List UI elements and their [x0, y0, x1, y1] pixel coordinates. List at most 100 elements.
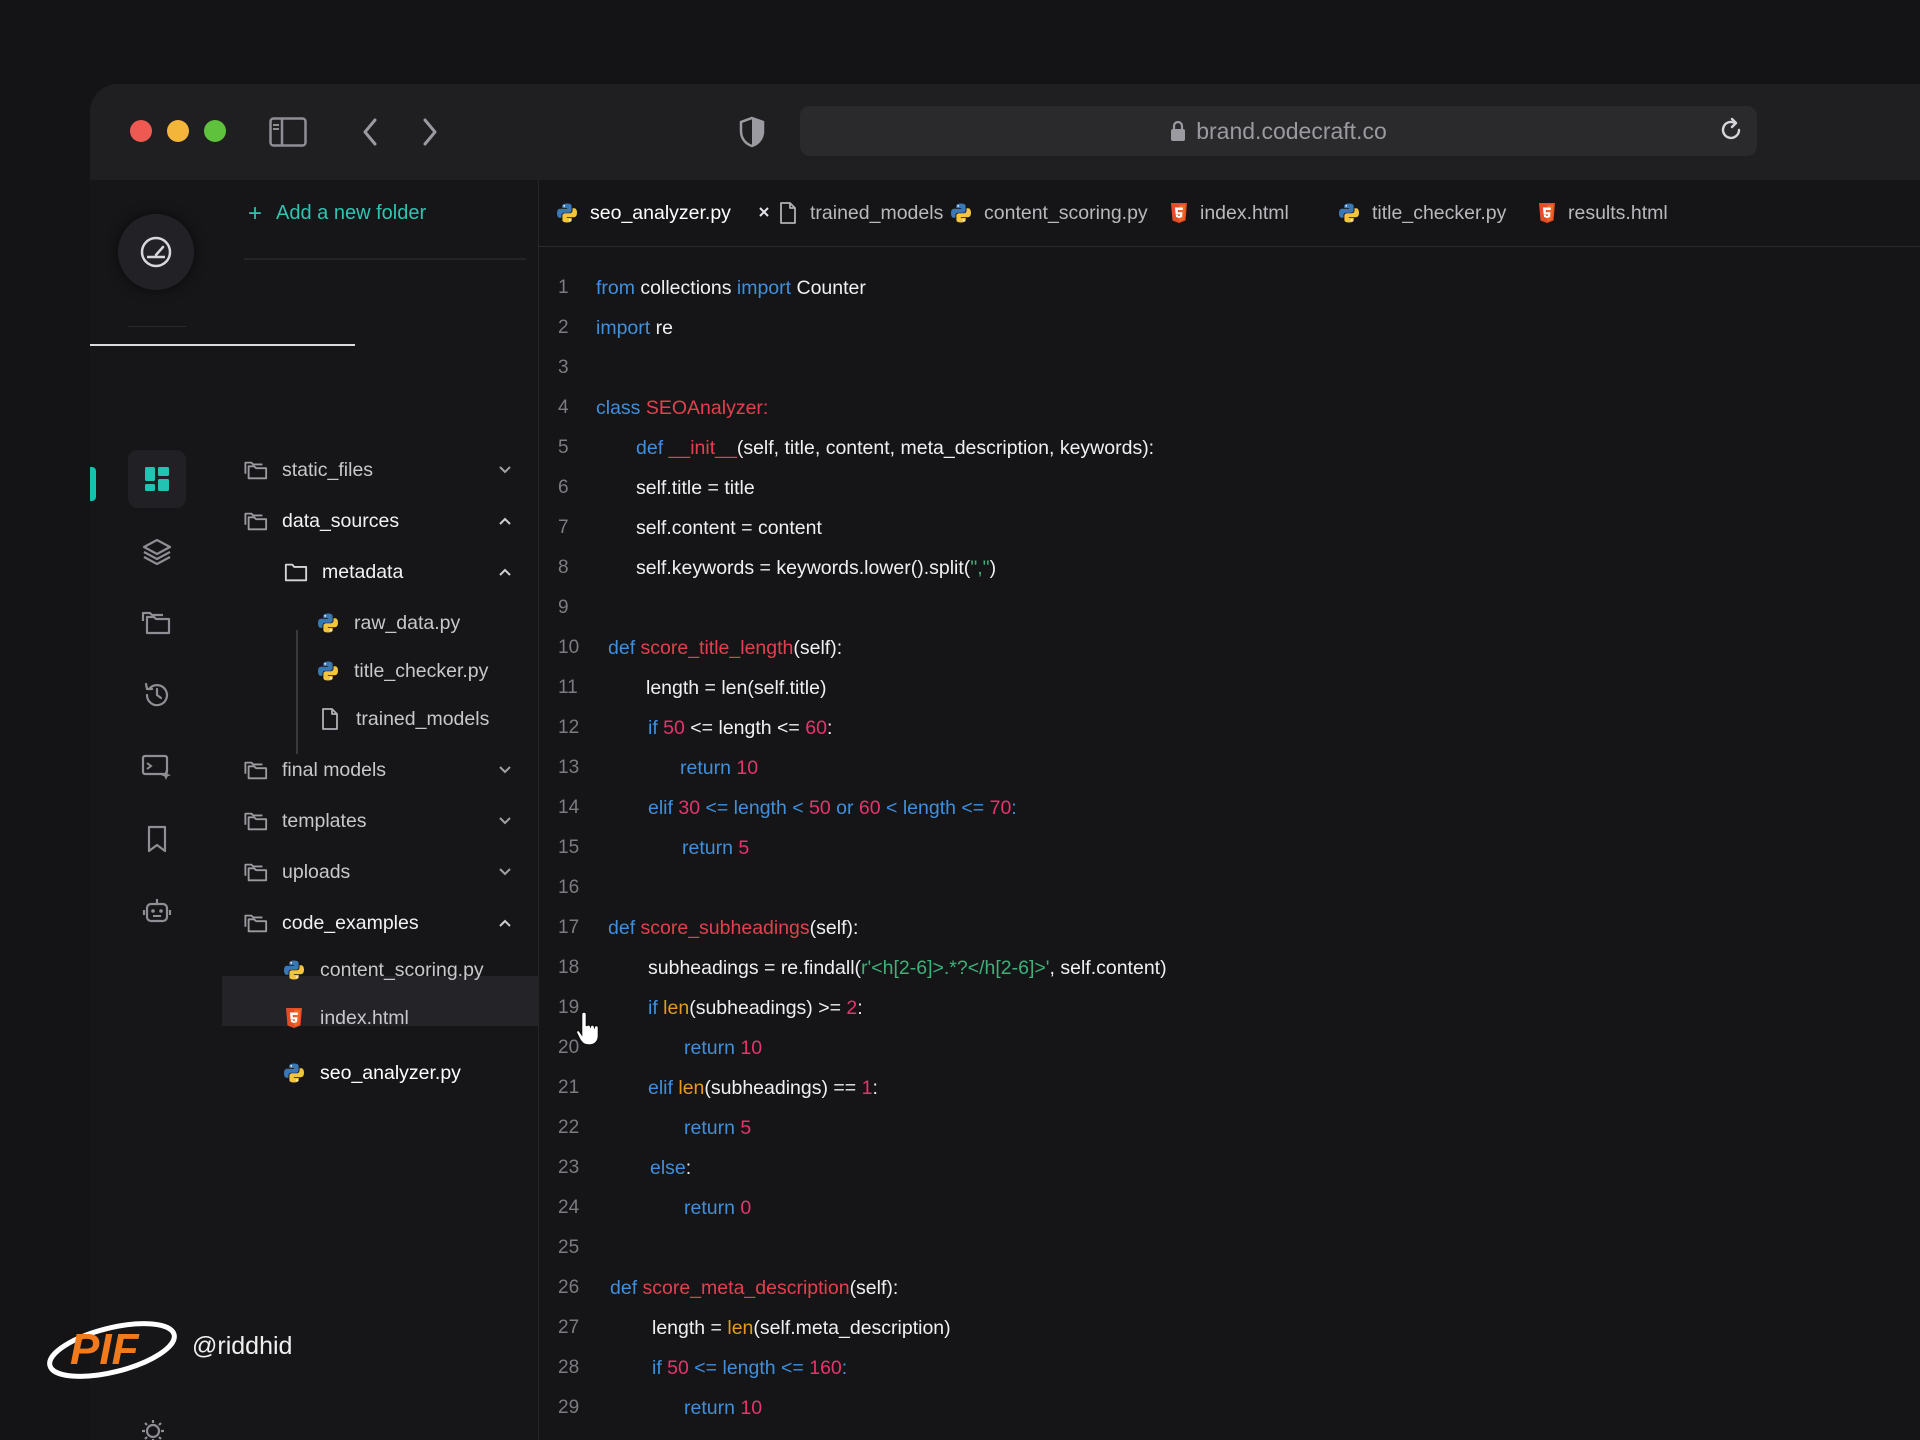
tree-item-label: index.html: [320, 1006, 409, 1029]
code-token: 1: [861, 1076, 873, 1099]
dashboard-icon[interactable]: [128, 450, 186, 508]
reload-icon[interactable]: [1717, 116, 1745, 150]
code-token: :: [826, 716, 833, 739]
bookmark-icon[interactable]: [128, 810, 186, 868]
tree-item-templates[interactable]: templates: [244, 807, 367, 835]
chevron-up-icon[interactable]: [498, 918, 512, 928]
forward-icon[interactable]: [410, 112, 450, 152]
folders-icon[interactable]: [128, 594, 186, 652]
editor-tabs: seo_analyzer.py trained_models content_sco…: [538, 180, 1920, 247]
pif-logo-watermark: PIF: [47, 1321, 177, 1379]
line-number: 11: [558, 677, 578, 698]
close-window-button[interactable]: [130, 120, 152, 142]
file-explorer: + Add a new folder static_files data_sour…: [222, 180, 600, 1440]
tab-trained-models[interactable]: trained_models: [778, 180, 943, 246]
code-token: score_subheadings: [640, 916, 810, 939]
code-text: return 5: [596, 1117, 751, 1140]
code-text: return 10: [596, 757, 758, 780]
code-text: import re: [596, 317, 673, 340]
chevron-down-icon[interactable]: [498, 765, 512, 775]
tree-item-trained-models[interactable]: trained_models: [318, 705, 489, 733]
tab-content-scoring-py[interactable]: content_scoring.py: [950, 180, 1148, 246]
tree-item-title-checker-py[interactable]: title_checker.py: [316, 657, 488, 685]
code-token: 0: [740, 1196, 752, 1219]
chevron-down-icon[interactable]: [498, 816, 512, 826]
address-bar[interactable]: brand.codecraft.co: [800, 106, 1757, 156]
html-file-icon: [1538, 202, 1556, 224]
code-token: length =: [652, 1316, 728, 1339]
code-token: (subheadings) ==: [704, 1076, 862, 1099]
tab-label: content_scoring.py: [984, 201, 1148, 224]
code-token: def: [610, 1276, 643, 1299]
maximize-window-button[interactable]: [204, 120, 226, 142]
tree-item-uploads[interactable]: uploads: [244, 858, 350, 886]
tree-item-final-models[interactable]: final models: [244, 756, 386, 784]
code-token: self.title = title: [636, 476, 755, 499]
sidebar-divider: [244, 258, 526, 260]
code-token: else: [650, 1156, 686, 1179]
code-text: return 10: [596, 1397, 762, 1420]
active-indicator: [90, 467, 96, 501]
code-token: def: [608, 636, 641, 659]
dashboard-logo-button[interactable]: [118, 214, 194, 290]
tree-item-static-files[interactable]: static_files: [244, 456, 373, 484]
tab-title-checker-py[interactable]: title_checker.py: [1338, 180, 1506, 246]
line-number: 25: [558, 1237, 580, 1258]
tree-item-code-examples[interactable]: code_examples: [244, 909, 419, 937]
add-folder-button[interactable]: + Add a new folder: [248, 201, 427, 225]
title-bar: brand.codecraft.co: [90, 84, 1920, 180]
back-icon[interactable]: [350, 112, 390, 152]
tree-item-index-html[interactable]: index.html: [282, 1004, 409, 1032]
code-text: self.keywords = keywords.lower().split("…: [596, 557, 996, 580]
settings-gear-icon[interactable]: [140, 1418, 166, 1440]
code-token: subheadings = re.findall(: [648, 956, 862, 979]
code-token: (self.meta_description): [753, 1316, 951, 1339]
code-token: len: [678, 1076, 705, 1099]
code-text: length = len(self.title): [596, 677, 826, 700]
code-line: 23 else:: [538, 1148, 691, 1188]
code-line: 22 return 5: [538, 1108, 751, 1148]
ai-image-icon[interactable]: [128, 738, 186, 796]
line-number: 9: [558, 597, 569, 618]
code-token: return: [680, 756, 737, 779]
tree-item-seo-analyzer-py[interactable]: seo_analyzer.py: [282, 1059, 461, 1087]
folder-icon: [244, 809, 268, 833]
tree-item-label: data_sources: [282, 509, 400, 532]
close-tab-icon[interactable]: [757, 202, 771, 225]
chevron-down-icon[interactable]: [498, 867, 512, 877]
code-token: score_meta_description: [642, 1276, 850, 1299]
add-folder-label: Add a new folder: [276, 202, 427, 224]
lock-icon: [1170, 120, 1186, 142]
tab-results-html[interactable]: results.html: [1538, 180, 1668, 246]
chevron-up-icon[interactable]: [498, 516, 512, 526]
code-editor[interactable]: 1 from collections import Counter 2 import …: [538, 246, 1920, 1440]
code-token: import: [596, 316, 651, 339]
shield-icon[interactable]: [732, 112, 772, 152]
tree-item-raw-data-py[interactable]: raw_data.py: [316, 609, 460, 637]
tree-item-metadata[interactable]: metadata: [284, 558, 403, 586]
code-token: (self):: [809, 916, 859, 939]
minimize-window-button[interactable]: [167, 120, 189, 142]
code-text: from collections import Counter: [596, 277, 866, 300]
layers-icon[interactable]: [128, 522, 186, 580]
code-token: from: [596, 276, 635, 299]
code-token: 50: [667, 1356, 689, 1379]
history-icon[interactable]: [128, 666, 186, 724]
tree-item-content-scoring-py[interactable]: content_scoring.py: [282, 956, 484, 984]
python-file-icon: [1338, 202, 1360, 224]
code-line: 17 def score_subheadings(self):: [538, 908, 858, 948]
sidebar-toggle-icon[interactable]: [268, 112, 308, 152]
tab-index-html[interactable]: index.html: [1170, 180, 1289, 246]
robot-icon[interactable]: [128, 882, 186, 940]
code-line: 12 if 50 <= length <= 60:: [538, 708, 832, 748]
code-line: 26 def score_meta_description(self):: [538, 1268, 898, 1308]
code-token: :: [1011, 796, 1017, 819]
tab-seo-analyzer-py[interactable]: seo_analyzer.py: [556, 180, 771, 246]
chevron-up-icon[interactable]: [498, 567, 512, 577]
tab-label: index.html: [1200, 201, 1289, 224]
tree-item-data-sources[interactable]: data_sources: [244, 507, 399, 535]
code-token: self.keywords = keywords.lower().split(: [636, 556, 971, 579]
code-token: r'<h[2-6]>.*?</h[2-6]>': [861, 956, 1050, 979]
code-line: 19 if len(subheadings) >= 2:: [538, 988, 863, 1028]
chevron-down-icon[interactable]: [498, 465, 512, 475]
